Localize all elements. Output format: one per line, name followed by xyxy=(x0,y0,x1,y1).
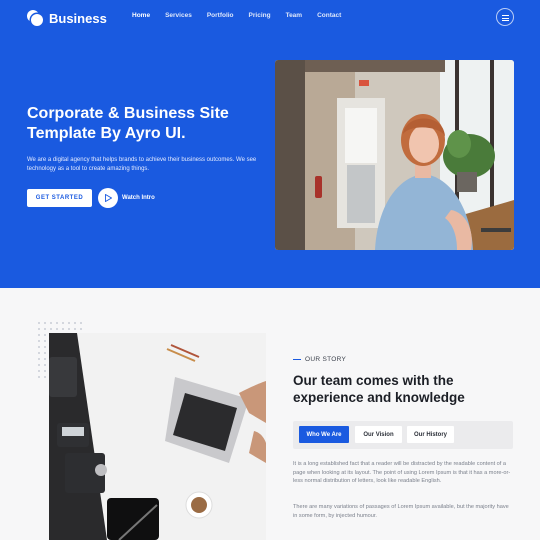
hero-title: Corporate & Business Site Template By Ay… xyxy=(27,105,229,142)
story-title: Our team comes with the experience and k… xyxy=(293,373,465,405)
tab-who-we-are[interactable]: Who We Are xyxy=(299,426,349,443)
brand[interactable]: Business xyxy=(27,8,107,28)
nav-item-home[interactable]: Home xyxy=(132,12,150,19)
nav-item-services[interactable]: Services xyxy=(165,12,192,19)
nav-item-portfolio[interactable]: Portfolio xyxy=(207,12,234,19)
story-photo xyxy=(49,333,266,540)
story-kicker: OUR STORY xyxy=(293,356,346,363)
menu-icon[interactable] xyxy=(496,8,514,26)
nav-item-pricing[interactable]: Pricing xyxy=(249,12,271,19)
hero-description: We are a digital agency that helps brand… xyxy=(27,157,257,172)
nav-item-contact[interactable]: Contact xyxy=(317,12,341,19)
main-nav: Home Services Portfolio Pricing Team Con… xyxy=(132,12,356,19)
kicker-line xyxy=(293,359,301,360)
get-started-button[interactable]: GET STARTED xyxy=(27,189,92,207)
logo-icon xyxy=(27,10,43,26)
nav-item-team[interactable]: Team xyxy=(286,12,303,19)
watch-intro-link[interactable]: Watch Intro xyxy=(122,195,155,201)
story-paragraph-1: It is a long established fact that a rea… xyxy=(293,461,511,484)
story-paragraph-2: There are many variations of passages of… xyxy=(293,504,509,519)
brand-name: Business xyxy=(49,10,107,26)
hero-photo xyxy=(275,60,514,250)
tab-our-history[interactable]: Our History xyxy=(407,426,454,443)
play-icon[interactable] xyxy=(98,188,118,208)
tab-our-vision[interactable]: Our Vision xyxy=(355,426,402,443)
hero-section: Business Home Services Portfolio Pricing… xyxy=(0,0,540,288)
kicker-text: OUR STORY xyxy=(305,356,347,363)
story-tabs: Who We Are Our Vision Our History xyxy=(293,421,513,449)
